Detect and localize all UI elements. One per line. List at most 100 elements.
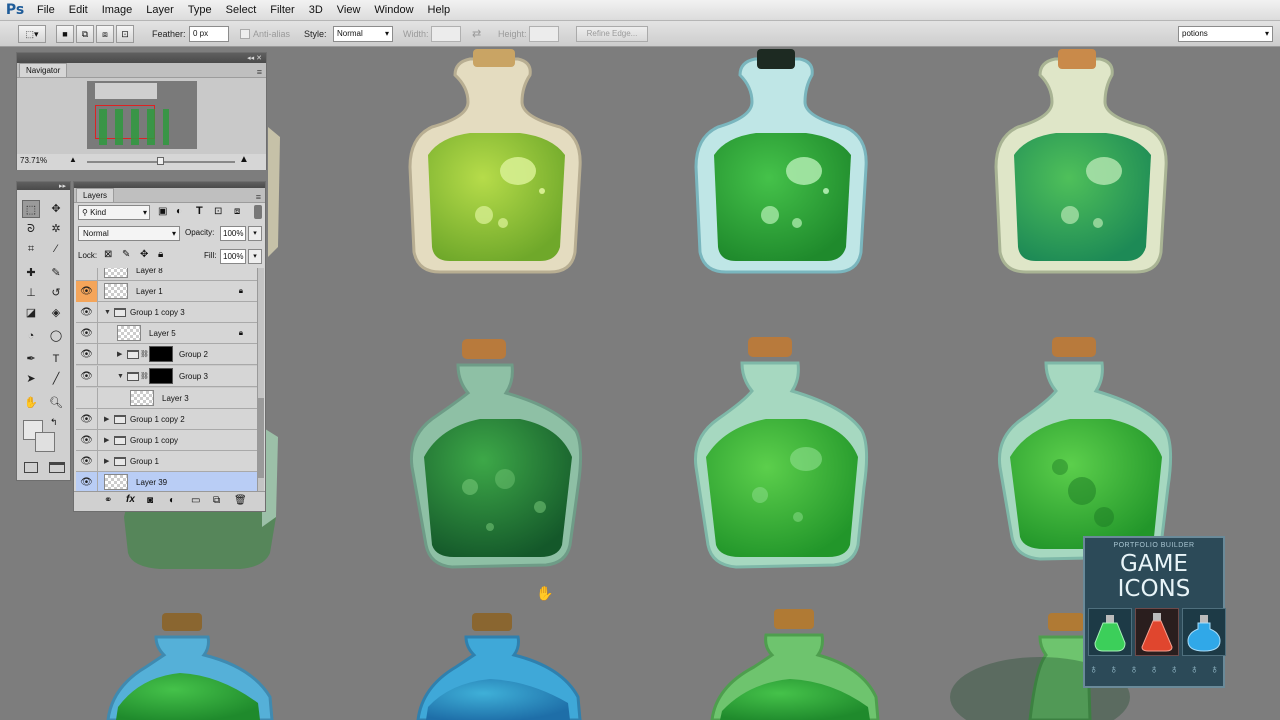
filter-pixel-icon[interactable]: ▣ [158, 206, 167, 217]
layers-scrollbar[interactable] [257, 268, 264, 491]
layer-thumbnail[interactable] [117, 325, 141, 341]
expand-arrow-icon[interactable]: ▶ [117, 344, 122, 365]
width-input[interactable] [431, 26, 461, 42]
visibility-eye-icon[interactable]: 👁︎ [76, 281, 98, 302]
intersect-selection-button[interactable]: ⊡ [116, 25, 134, 43]
pen-tool[interactable]: ✒ [22, 350, 40, 368]
lock-image-icon[interactable]: ✎ [122, 249, 130, 260]
tab-navigator[interactable]: Navigator [19, 63, 68, 77]
layer-group-row[interactable]: 👁︎ ▶ Group 1 copy 2 [76, 409, 261, 430]
zoom-value[interactable]: 73.71% [20, 156, 47, 165]
filter-type-icon[interactable]: T [196, 205, 203, 217]
collapse-arrow-icon[interactable]: ▼ [117, 366, 124, 387]
collapse-arrow-icon[interactable]: ▼ [104, 302, 111, 323]
panel-menu-icon[interactable]: ≡ [256, 192, 265, 202]
move-tool[interactable]: ✥ [47, 200, 65, 218]
zoom-slider[interactable] [87, 157, 235, 165]
style-select[interactable]: Normal ▾ [333, 26, 393, 42]
add-selection-button[interactable]: ⧉ [76, 25, 94, 43]
visibility-eye-icon[interactable]: 👁︎ [76, 409, 98, 430]
quick-mask-icon[interactable] [24, 462, 38, 473]
history-brush-tool[interactable]: ↺ [47, 284, 65, 302]
menu-edit[interactable]: Edit [62, 0, 95, 21]
height-input[interactable] [529, 26, 559, 42]
screen-mode-icon[interactable] [49, 462, 65, 473]
layer-group-row[interactable]: 👁︎ ▼ ⛓ Group 3 [76, 366, 261, 387]
visibility-eye-icon[interactable]: 👁︎ [76, 430, 98, 451]
lock-all-icon[interactable]: 🔒︎ [158, 249, 163, 260]
opacity-dropdown[interactable]: ▾ [248, 226, 262, 241]
adjustment-icon[interactable]: ◐ [169, 495, 175, 506]
menu-filter[interactable]: Filter [263, 0, 301, 21]
zoom-slider-handle[interactable] [157, 157, 164, 165]
tool-preset-picker[interactable]: ⬚▾ [18, 25, 46, 43]
chain-link-icon[interactable]: ⛓ [140, 344, 149, 365]
visibility-eye-icon[interactable]: 👁︎ [76, 344, 98, 365]
filter-toggle-icon[interactable] [254, 205, 262, 219]
background-color-swatch[interactable] [35, 432, 55, 452]
filter-smart-object-icon[interactable]: ⧈ [234, 206, 240, 217]
collapse-icon[interactable]: ▸▸ [59, 182, 66, 190]
eraser-tool[interactable]: ◪ [22, 304, 40, 322]
layer-thumbnail[interactable] [104, 268, 128, 278]
swap-colors-icon[interactable]: ↰ [50, 417, 58, 428]
visibility-eye-icon[interactable]: 👁︎ [76, 472, 98, 491]
filter-shape-icon[interactable]: ⊡ [214, 206, 222, 217]
healing-tool[interactable]: ✚ [22, 264, 40, 282]
scrollbar-thumb[interactable] [258, 398, 264, 478]
tab-layers[interactable]: Layers [76, 188, 115, 202]
new-layer-icon[interactable]: ⧉ [213, 495, 220, 506]
visibility-eye-icon[interactable]: 👁︎ [76, 451, 98, 472]
blend-mode-select[interactable]: Normal ▾ [78, 226, 180, 241]
menu-file[interactable]: File [30, 0, 62, 21]
path-select-tool[interactable]: ➤ [22, 370, 40, 388]
antialias-checkbox[interactable] [240, 29, 250, 39]
layer-group-row[interactable]: 👁︎ ▶ Group 1 [76, 451, 261, 472]
collapse-icon[interactable]: ◂◂ [247, 54, 254, 62]
blur-tool[interactable]: ◔ [22, 327, 40, 345]
fx-icon[interactable]: fx [126, 494, 135, 505]
zoom-tool[interactable]: 🔍︎ [47, 394, 65, 412]
bucket-tool[interactable]: ◈ [47, 304, 65, 322]
filter-adjustment-icon[interactable]: ◐ [176, 206, 182, 217]
expand-arrow-icon[interactable]: ▶ [104, 409, 109, 430]
zoom-out-icon[interactable]: ▲ [69, 155, 77, 164]
layer-group-row[interactable]: 👁︎ ▼ Group 1 copy 3 [76, 302, 261, 323]
layer-row[interactable]: 👁︎ Layer 39 [76, 472, 261, 491]
lasso-tool[interactable]: ᘐ [22, 220, 40, 238]
layer-mask-thumbnail[interactable] [149, 368, 173, 384]
type-tool[interactable]: T [47, 350, 65, 368]
mask-icon[interactable]: ◙ [147, 495, 153, 506]
opacity-input[interactable]: 100% [220, 226, 246, 241]
stamp-tool[interactable]: ⊥ [22, 284, 40, 302]
link-icon[interactable]: ⚭ [104, 495, 112, 506]
panel-menu-icon[interactable]: ≡ [257, 67, 266, 77]
crop-tool[interactable]: ⌗ [22, 240, 40, 258]
expand-arrow-icon[interactable]: ▶ [104, 430, 109, 451]
filter-kind-select[interactable]: ⚲ Kind ▾ [78, 205, 150, 220]
trash-icon[interactable]: 🗑︎ [234, 495, 247, 506]
layer-thumbnail[interactable] [104, 283, 128, 299]
chain-link-icon[interactable]: ⛓ [140, 366, 149, 387]
subtract-selection-button[interactable]: ⧈ [96, 25, 114, 43]
navigator-thumbnail[interactable] [87, 81, 197, 149]
workspace-select[interactable]: potions ▾ [1178, 26, 1273, 42]
visibility-eye-icon[interactable] [76, 268, 98, 281]
fill-input[interactable]: 100% [220, 249, 246, 264]
fill-dropdown[interactable]: ▾ [248, 249, 262, 264]
layer-group-row[interactable]: 👁︎ ▶ ⛓ Group 2 [76, 344, 261, 365]
menu-window[interactable]: Window [367, 0, 420, 21]
close-icon[interactable]: ✕ [256, 54, 262, 62]
lock-position-icon[interactable]: ✥ [140, 249, 148, 260]
menu-3d[interactable]: 3D [302, 0, 330, 21]
layer-row[interactable]: Layer 8 [76, 268, 261, 281]
menu-image[interactable]: Image [95, 0, 140, 21]
brush-tool[interactable]: ✎ [47, 264, 65, 282]
visibility-eye-icon[interactable]: 👁︎ [76, 323, 98, 344]
magic-wand-tool[interactable]: ✲ [47, 220, 65, 238]
dodge-tool[interactable]: ◯ [47, 327, 65, 345]
layer-row[interactable]: Layer 3 [76, 388, 261, 409]
folder-icon[interactable]: ▭ [191, 495, 200, 506]
menu-help[interactable]: Help [421, 0, 458, 21]
layer-group-row[interactable]: 👁︎ ▶ Group 1 copy [76, 430, 261, 451]
